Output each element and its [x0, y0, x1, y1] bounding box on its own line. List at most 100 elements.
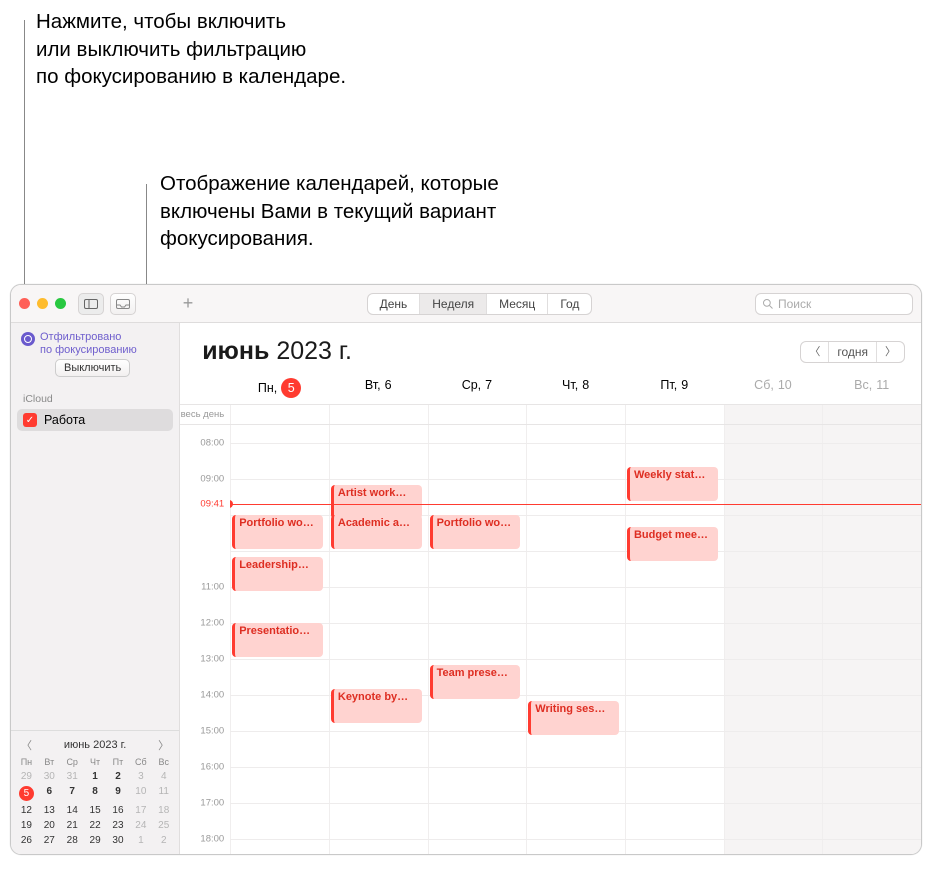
mini-prev-button[interactable]: 〈 [17, 737, 36, 753]
mini-day[interactable]: 13 [38, 803, 61, 818]
view-year[interactable]: Год [548, 294, 591, 314]
mini-day[interactable]: 22 [84, 818, 107, 833]
hour-label: 18:00 [200, 834, 224, 845]
nav-today-button[interactable]: годня [829, 342, 877, 362]
search-icon [762, 298, 774, 310]
mini-day[interactable]: 2 [107, 769, 130, 784]
mini-day[interactable]: 7 [61, 784, 84, 803]
mini-day[interactable]: 4 [152, 769, 175, 784]
allday-cell[interactable] [428, 405, 527, 424]
calendar-event[interactable]: Academic a… [331, 515, 422, 549]
view-day[interactable]: День [368, 294, 421, 314]
mini-day[interactable]: 16 [107, 803, 130, 818]
day-header[interactable]: Сб, 10 [724, 378, 823, 398]
calendar-event[interactable]: Budget mee… [627, 527, 718, 561]
view-week[interactable]: Неделя [420, 294, 487, 314]
calendar-event[interactable]: Writing ses… [528, 701, 619, 735]
mini-day[interactable]: 28 [61, 833, 84, 848]
allday-cell[interactable] [526, 405, 625, 424]
search-input[interactable]: Поиск [755, 293, 913, 315]
mini-day[interactable]: 23 [107, 818, 130, 833]
allday-cell[interactable] [329, 405, 428, 424]
mini-day[interactable]: 31 [61, 769, 84, 784]
mini-dow: Сб [129, 755, 152, 769]
toggle-sidebar-button[interactable] [78, 293, 104, 315]
mini-day[interactable]: 30 [38, 769, 61, 784]
mini-day[interactable]: 3 [129, 769, 152, 784]
focus-filter: Отфильтровано по фокусированию Выключить [11, 323, 179, 383]
calendar-item-work[interactable]: ✓ Работа [17, 409, 173, 431]
minimize-window-button[interactable] [37, 298, 48, 309]
calendar-event[interactable]: Weekly stat… [627, 467, 718, 501]
window-controls [19, 298, 72, 309]
hour-label: 15:00 [200, 726, 224, 737]
mini-day[interactable]: 26 [15, 833, 38, 848]
day-header[interactable]: Пн,5 [230, 378, 329, 398]
allday-cell[interactable] [230, 405, 329, 424]
mini-day[interactable]: 27 [38, 833, 61, 848]
now-time-label: 09:41 [180, 498, 230, 509]
today-badge: 5 [281, 378, 301, 398]
calendar-checkbox[interactable]: ✓ [23, 413, 37, 427]
mini-title: июнь 2023 г. [64, 739, 127, 751]
hour-label: 17:00 [200, 798, 224, 809]
view-month[interactable]: Месяц [487, 294, 548, 314]
allday-cell[interactable] [724, 405, 823, 424]
day-header[interactable]: Вс, 11 [822, 378, 921, 398]
day-header[interactable]: Вт, 6 [329, 378, 428, 398]
mini-day[interactable]: 29 [15, 769, 38, 784]
nav-prev-button[interactable]: 〈 [801, 342, 829, 362]
mini-day[interactable]: 10 [129, 784, 152, 803]
hour-label: 13:00 [200, 654, 224, 665]
calendar-event[interactable]: Portfolio wo… [232, 515, 323, 549]
mini-day[interactable]: 17 [129, 803, 152, 818]
mini-day[interactable]: 18 [152, 803, 175, 818]
calendar-event[interactable]: Portfolio wo… [430, 515, 521, 549]
mini-day[interactable]: 21 [61, 818, 84, 833]
allday-cell[interactable] [822, 405, 921, 424]
week-grid[interactable]: 08:0009:0011:0012:0013:0014:0015:0016:00… [180, 425, 921, 854]
add-event-button[interactable]: + [172, 292, 204, 316]
calendar-event[interactable]: Team prese… [430, 665, 521, 699]
day-header[interactable]: Ср, 7 [428, 378, 527, 398]
calendar-event[interactable]: Leadership… [232, 557, 323, 591]
mini-day[interactable]: 12 [15, 803, 38, 818]
mini-calendar: 〈 июнь 2023 г. 〉 ПнВтСрЧтПтСбВс293031123… [11, 730, 179, 854]
inbox-button[interactable] [110, 293, 136, 315]
mini-day[interactable]: 9 [107, 784, 130, 803]
mini-day[interactable]: 29 [84, 833, 107, 848]
calendar-event[interactable]: Presentatio… [232, 623, 323, 657]
close-window-button[interactable] [19, 298, 30, 309]
mini-day[interactable]: 6 [38, 784, 61, 803]
hour-label: 16:00 [200, 762, 224, 773]
calendar-event[interactable]: Keynote by… [331, 689, 422, 723]
search-placeholder: Поиск [778, 297, 811, 311]
nav-next-button[interactable]: 〉 [877, 342, 904, 362]
mini-day[interactable]: 11 [152, 784, 175, 803]
focus-moon-icon [21, 332, 35, 346]
mini-next-button[interactable]: 〉 [154, 737, 173, 753]
mini-day[interactable]: 24 [129, 818, 152, 833]
mini-day[interactable]: 5 [15, 784, 38, 803]
day-header[interactable]: Чт, 8 [526, 378, 625, 398]
mini-day[interactable]: 14 [61, 803, 84, 818]
hour-label: 09:00 [200, 474, 224, 485]
mini-day[interactable]: 1 [84, 769, 107, 784]
calendar-event[interactable]: Artist work… [331, 485, 422, 519]
allday-cell[interactable] [625, 405, 724, 424]
focus-off-button[interactable]: Выключить [55, 359, 130, 377]
mini-day[interactable]: 19 [15, 818, 38, 833]
mini-day[interactable]: 25 [152, 818, 175, 833]
mini-day[interactable]: 15 [84, 803, 107, 818]
calendar-name: Работа [44, 413, 85, 427]
maximize-window-button[interactable] [55, 298, 66, 309]
hour-label: 12:00 [200, 618, 224, 629]
mini-day[interactable]: 1 [129, 833, 152, 848]
mini-day[interactable]: 30 [107, 833, 130, 848]
mini-dow: Вт [38, 755, 61, 769]
mini-day[interactable]: 20 [38, 818, 61, 833]
day-header[interactable]: Пт, 9 [625, 378, 724, 398]
mini-day[interactable]: 8 [84, 784, 107, 803]
focus-filter-label: Отфильтровано по фокусированию [40, 331, 137, 356]
mini-day[interactable]: 2 [152, 833, 175, 848]
